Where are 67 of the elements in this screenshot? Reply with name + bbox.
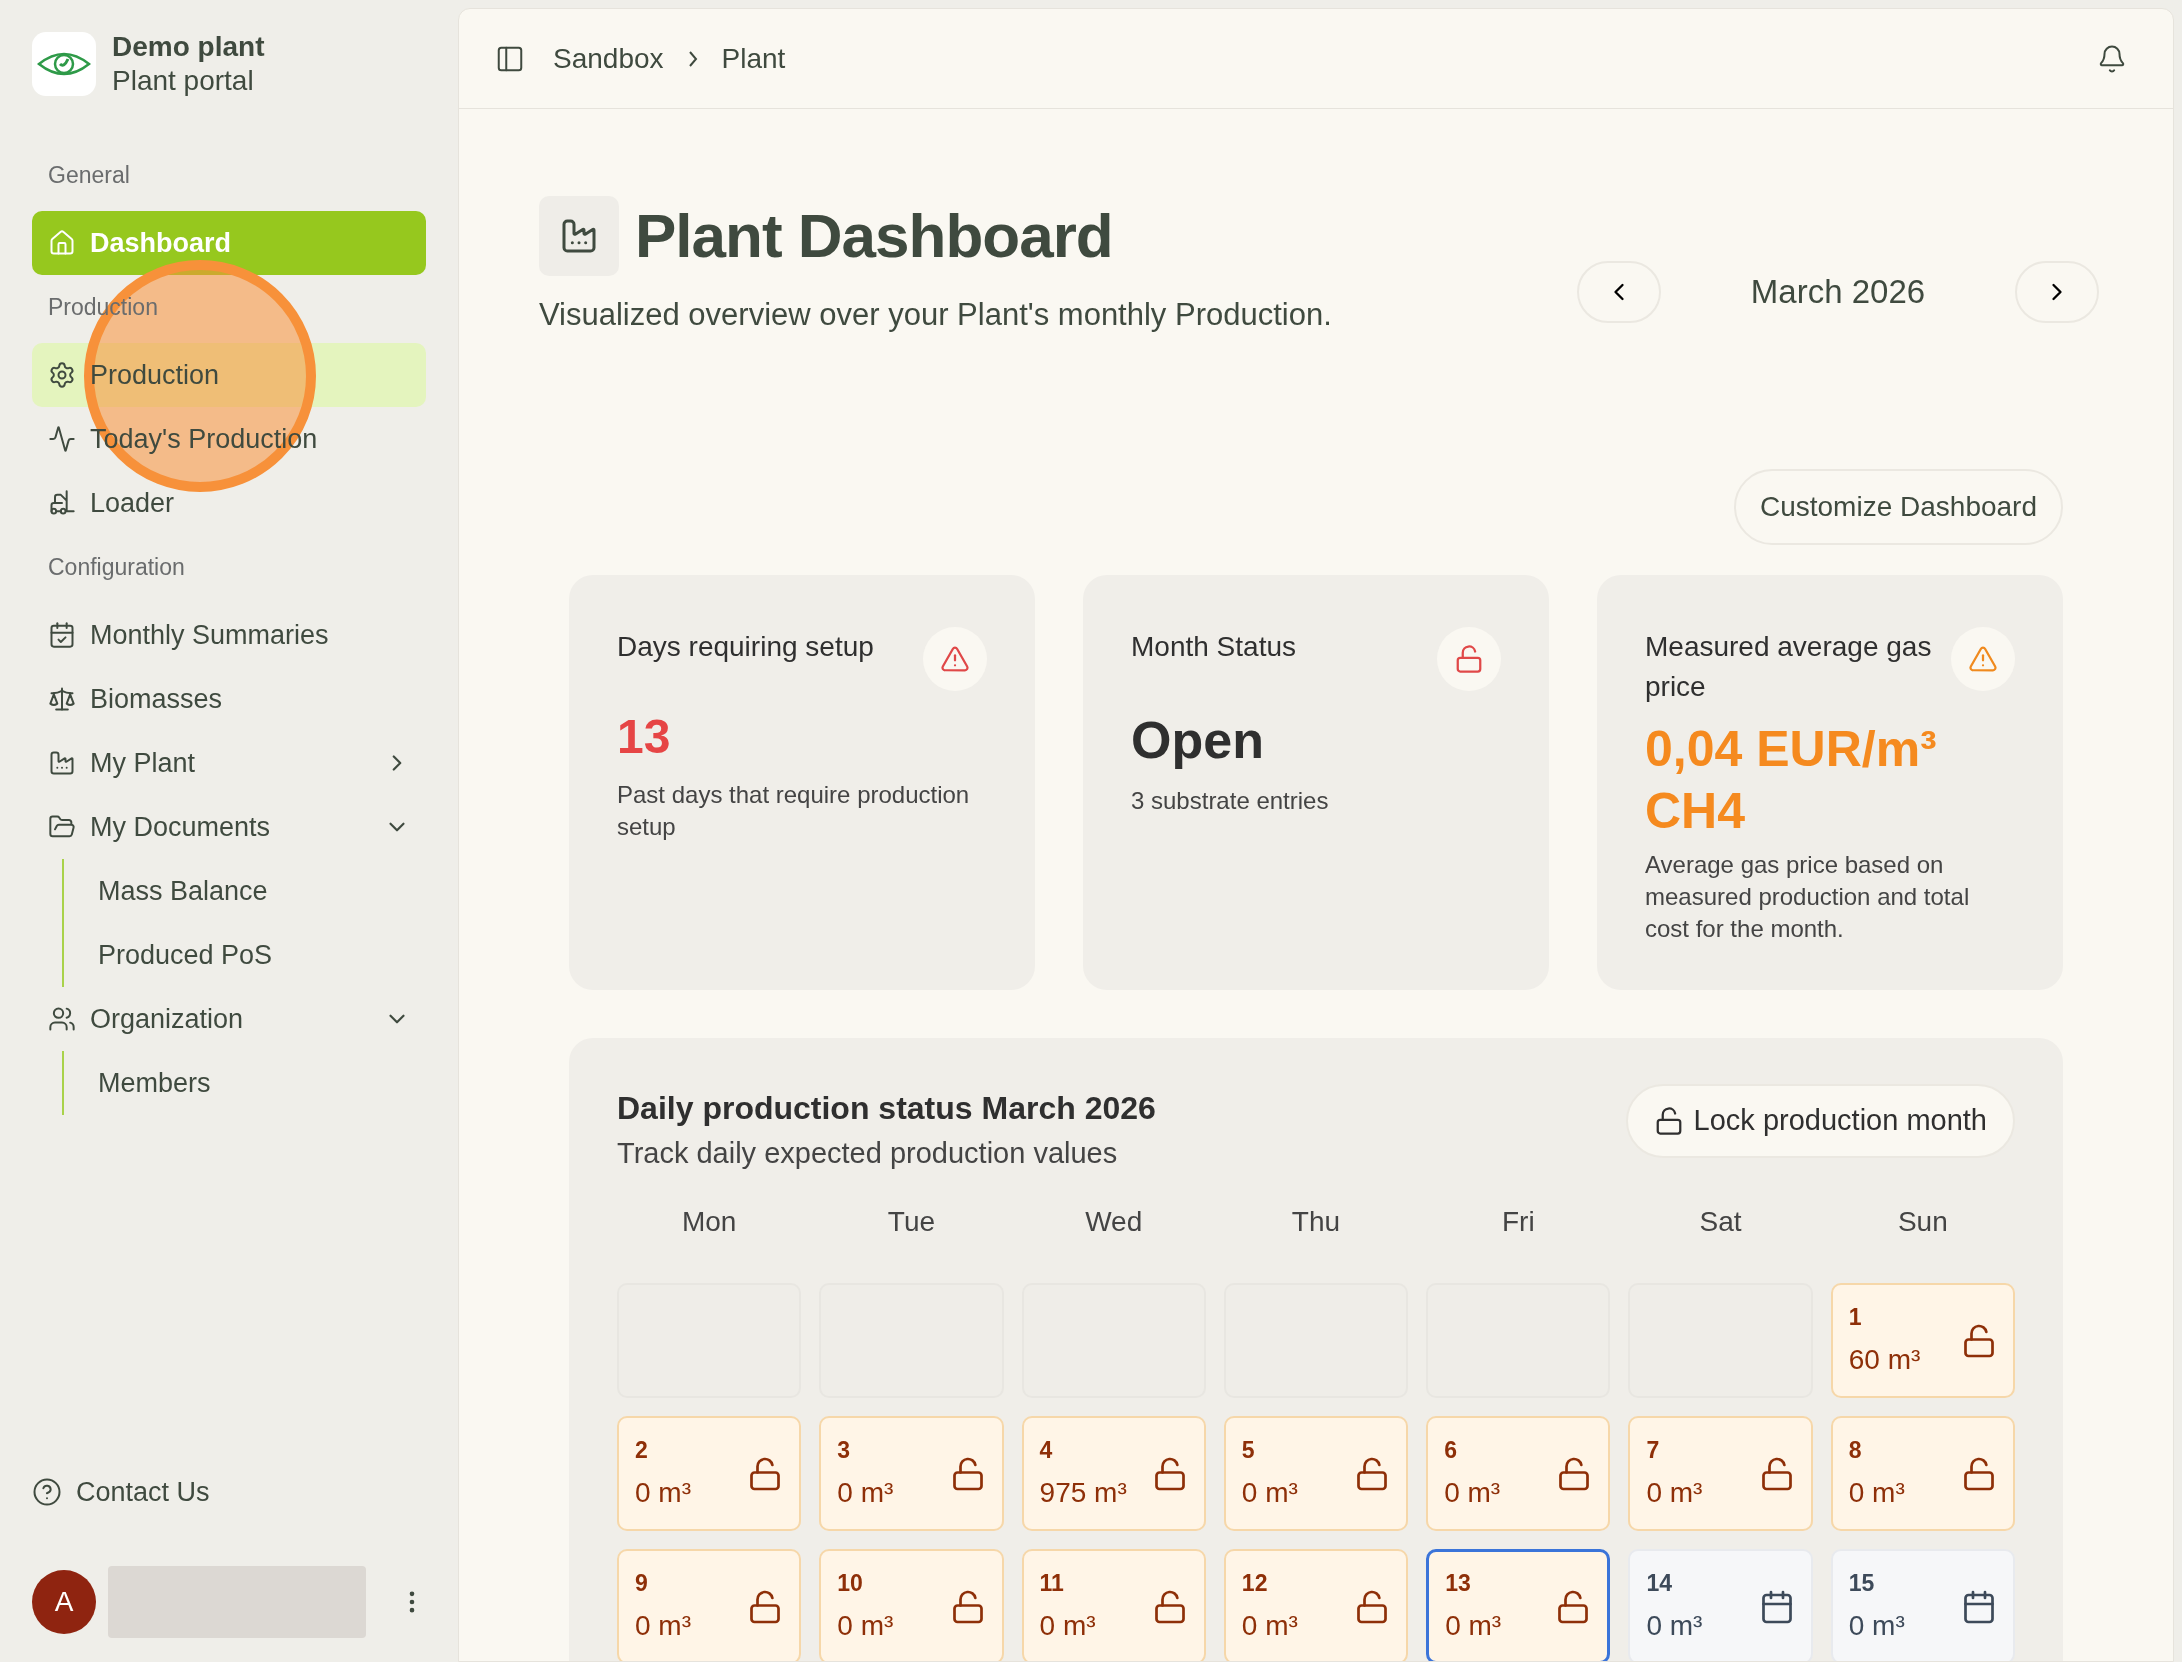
nav-subitem[interactable]: Members (64, 1051, 426, 1116)
brand-name: Demo plant (112, 30, 265, 64)
calendar-title: Daily production status March 2026 (617, 1088, 1156, 1128)
day-cell[interactable]: 2 0 m³ (617, 1416, 802, 1531)
day-cell[interactable]: 10 0 m³ (819, 1549, 1004, 1661)
day-cell[interactable]: 15 0 m³ (1830, 1549, 2015, 1661)
day-cell[interactable]: 12 0 m³ (1223, 1549, 1409, 1661)
day-cell[interactable]: 13 0 m³ (1426, 1549, 1611, 1661)
nav-item[interactable]: Loader (32, 471, 426, 536)
lock-month-button[interactable]: Lock production month (1625, 1083, 2015, 1158)
month-label: March 2026 (1749, 272, 1927, 313)
card-value: 0,04 EUR/m³ CH4 (1645, 719, 1938, 842)
nav-item[interactable]: Biomasses (32, 667, 426, 732)
pulse-icon (48, 425, 76, 454)
factory-icon (539, 195, 619, 276)
weekday-label: Sun (1896, 1205, 1949, 1239)
weekday-label: Thu (1290, 1205, 1342, 1239)
breadcrumb-separator-icon (687, 50, 698, 67)
nav-item[interactable]: Today's Production (32, 407, 426, 472)
breadcrumb-link[interactable]: Plant (721, 37, 786, 80)
calendar-icon (1961, 1588, 1997, 1625)
weekday-label: Mon (680, 1205, 738, 1239)
calendar-subtitle: Track daily expected production values (617, 1135, 1119, 1171)
calendar-check-icon (48, 621, 76, 650)
gear-icon (48, 361, 76, 390)
card-title: Month Status (1131, 629, 1296, 664)
weekday-label: Sat (1698, 1205, 1743, 1239)
day-cell[interactable]: 1 60 m³ (1830, 1283, 2015, 1398)
day-cell[interactable]: 9 0 m³ (617, 1549, 802, 1661)
day-cell[interactable]: 5 0 m³ (1223, 1416, 1409, 1531)
nav-item[interactable]: My Documents (32, 795, 426, 860)
card-description: Past days that require production setup (617, 779, 971, 842)
day-cell[interactable]: 14 0 m³ (1628, 1549, 1813, 1661)
weekday-label: Fri (1500, 1205, 1536, 1239)
nav-item[interactable]: My Plant (32, 731, 426, 796)
day-cell[interactable]: 7 0 m³ (1628, 1416, 1813, 1531)
customize-dashboard-button[interactable]: Customize Dashboard (1733, 468, 2063, 545)
day-cell[interactable]: 6 0 m³ (1426, 1416, 1611, 1531)
page-subtitle: Visualized overview over your Plant's monthly Production. (539, 296, 1333, 334)
nav-subitem[interactable]: Mass Balance (64, 859, 426, 924)
nav-subitem[interactable]: Produced PoS (64, 923, 426, 988)
card-description: Average gas price based on measured production and total cost for the month. (1645, 849, 1971, 945)
user-avatar[interactable]: A (32, 1570, 96, 1634)
day-cell[interactable]: 8 0 m³ (1830, 1416, 2015, 1531)
nav-item[interactable]: Monthly Summaries (32, 603, 426, 668)
card-value: Open (1131, 709, 1265, 771)
card-title: Measured average gas price (1645, 629, 1933, 705)
notifications-icon[interactable] (2097, 43, 2127, 74)
section-label: General (47, 160, 131, 190)
brand-subtitle: Plant portal (112, 63, 255, 98)
card-title: Days requiring setup (617, 629, 874, 664)
unlocked-icon (1961, 1322, 1997, 1359)
section-label: Configuration (47, 552, 186, 582)
unlocked-icon (1961, 1455, 1997, 1492)
page-title: Plant Dashboard (635, 200, 1113, 272)
weekday-label: Wed (1084, 1205, 1144, 1239)
contact-link[interactable]: Contact Us (32, 1462, 426, 1522)
breadcrumb-link[interactable]: Sandbox (553, 37, 664, 80)
nav-item[interactable]: Organization (32, 987, 426, 1052)
day-cell[interactable]: 11 0 m³ (1021, 1549, 1206, 1661)
card-value: 13 (617, 708, 672, 765)
card-description: 3 substrate entries (1131, 785, 1330, 816)
day-cell[interactable]: 4 975 m³ (1021, 1416, 1206, 1531)
weekday-label: Tue (886, 1205, 937, 1239)
nav-item[interactable]: Production (32, 343, 426, 408)
day-cell[interactable]: 3 0 m³ (819, 1416, 1004, 1531)
help-icon (32, 1477, 62, 1507)
